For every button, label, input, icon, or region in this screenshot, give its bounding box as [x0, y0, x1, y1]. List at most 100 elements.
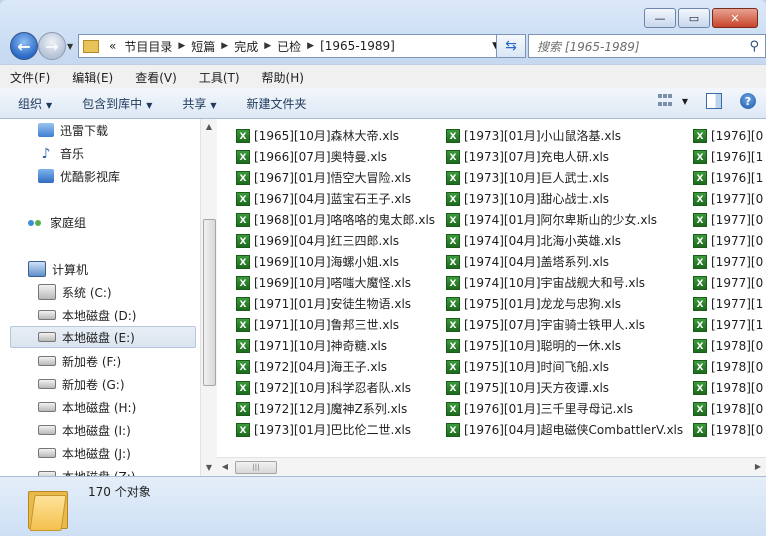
- organize-button[interactable]: 组织 ▼: [18, 95, 52, 112]
- nav-item-drive-e[interactable]: 本地磁盘 (E:): [10, 326, 196, 348]
- file-item[interactable]: X [1973][10月]巨人武士.xls: [446, 167, 609, 188]
- file-item[interactable]: X [1973][10月]甜心战士.xls: [446, 188, 609, 209]
- file-item[interactable]: X [1971][01月]安徒生物语.xls: [236, 293, 411, 314]
- file-item[interactable]: X [1967][04月]蓝宝石王子.xls: [236, 188, 411, 209]
- nav-item-youku-library[interactable]: 优酷影视库: [38, 165, 120, 187]
- help-icon[interactable]: ?: [740, 93, 756, 109]
- nav-item-thunder-download[interactable]: 迅雷下载: [38, 119, 108, 141]
- file-item[interactable]: X [1975][01月]龙龙与忠狗.xls: [446, 293, 621, 314]
- file-item[interactable]: X [1969][10月]嗒嗤大魔怪.xls: [236, 272, 411, 293]
- file-item[interactable]: X [1978][0: [693, 377, 763, 398]
- file-item[interactable]: X [1974][01月]阿尔卑斯山的少女.xls: [446, 209, 657, 230]
- file-item[interactable]: X [1969][04月]红三四郎.xls: [236, 230, 399, 251]
- nav-item-drive-j[interactable]: 本地磁盘 (J:): [38, 442, 131, 464]
- menu-file[interactable]: 文件(F): [10, 69, 50, 86]
- scroll-down-icon[interactable]: ▼: [201, 460, 217, 476]
- nav-item-drive-z[interactable]: 本地磁盘 (Z:): [38, 465, 135, 476]
- scroll-up-icon[interactable]: ▲: [201, 119, 217, 135]
- file-item[interactable]: X [1976][0: [693, 125, 763, 146]
- share-button[interactable]: 共享 ▼: [182, 95, 216, 112]
- menu-edit[interactable]: 编辑(E): [72, 69, 113, 86]
- scroll-thumb[interactable]: |||: [235, 461, 277, 474]
- menu-tools[interactable]: 工具(T): [199, 69, 240, 86]
- scroll-right-icon[interactable]: ▶: [750, 458, 766, 476]
- file-item[interactable]: X [1977][1: [693, 314, 763, 335]
- file-item[interactable]: X [1972][12月]魔神Z系列.xls: [236, 398, 407, 419]
- file-item[interactable]: X [1967][01月]悟空大冒险.xls: [236, 167, 411, 188]
- nav-item-drive-i[interactable]: 本地磁盘 (I:): [38, 419, 131, 441]
- breadcrumb-segment[interactable]: 短篇: [191, 38, 215, 55]
- include-in-library-button[interactable]: 包含到库中 ▼: [82, 95, 152, 112]
- preview-pane-icon[interactable]: [706, 93, 722, 109]
- file-item[interactable]: X [1976][1: [693, 146, 763, 167]
- file-item[interactable]: X [1975][07月]宇宙骑士铁甲人.xls: [446, 314, 645, 335]
- file-item[interactable]: X [1976][01月]三千里寻母记.xls: [446, 398, 633, 419]
- breadcrumb-arrow-icon[interactable]: ▶: [178, 41, 185, 51]
- breadcrumb-segment[interactable]: [1965-1989]: [320, 39, 395, 53]
- file-item[interactable]: X [1974][04月]盖塔系列.xls: [446, 251, 609, 272]
- close-button[interactable]: ✕: [712, 8, 758, 28]
- new-folder-button[interactable]: 新建文件夹: [247, 95, 307, 112]
- file-item[interactable]: X [1971][10月]鲁邦三世.xls: [236, 314, 399, 335]
- nav-item-drive-g[interactable]: 新加卷 (G:): [38, 373, 125, 395]
- file-item[interactable]: X [1975][10月]聪明的一休.xls: [446, 335, 621, 356]
- recent-pages-dropdown[interactable]: ▼: [67, 42, 73, 51]
- search-icon[interactable]: ⚲: [749, 39, 759, 54]
- minimize-button[interactable]: —: [644, 8, 676, 28]
- file-item[interactable]: X [1978][0: [693, 335, 763, 356]
- forward-button[interactable]: →: [38, 32, 66, 60]
- nav-item-computer[interactable]: 计算机: [28, 258, 88, 280]
- breadcrumb-arrow-icon[interactable]: ▶: [307, 41, 314, 51]
- file-item[interactable]: X [1974][10月]宇宙战舰大和号.xls: [446, 272, 645, 293]
- maximize-button[interactable]: ▭: [678, 8, 710, 28]
- refresh-button[interactable]: ⇆: [496, 34, 526, 58]
- file-item[interactable]: X [1975][10月]时间飞船.xls: [446, 356, 609, 377]
- file-item[interactable]: X [1977][0: [693, 251, 763, 272]
- menu-view[interactable]: 查看(V): [135, 69, 177, 86]
- nav-item-drive-f[interactable]: 新加卷 (F:): [38, 350, 121, 372]
- scroll-left-icon[interactable]: ◀: [217, 458, 233, 476]
- file-item[interactable]: X [1977][0: [693, 272, 763, 293]
- file-item[interactable]: X [1969][10月]海螺小姐.xls: [236, 251, 399, 272]
- breadcrumb-segment[interactable]: 完成: [234, 38, 258, 55]
- file-item[interactable]: X [1966][07月]奥特曼.xls: [236, 146, 387, 167]
- file-item[interactable]: X [1977][1: [693, 293, 763, 314]
- file-item[interactable]: X [1973][07月]充电人研.xls: [446, 146, 609, 167]
- file-item[interactable]: X [1968][01月]咯咯咯的鬼太郎.xls: [236, 209, 435, 230]
- address-bar[interactable]: « 节目目录 ▶ 短篇 ▶ 完成 ▶ 已检 ▶ [1965-1989] ▼: [78, 34, 504, 58]
- file-item[interactable]: X [1975][10月]天方夜谭.xls: [446, 377, 609, 398]
- content-horizontal-scrollbar[interactable]: ◀ ||| ▶: [217, 457, 766, 477]
- breadcrumb-arrow-icon[interactable]: ▶: [264, 41, 271, 51]
- file-item[interactable]: X [1973][01月]巴比伦二世.xls: [236, 419, 411, 440]
- nav-item-drive-h[interactable]: 本地磁盘 (H:): [38, 396, 136, 418]
- file-item[interactable]: X [1976][04月]超电磁侠CombattlerV.xls: [446, 419, 683, 440]
- file-item[interactable]: X [1965][10月]森林大帝.xls: [236, 125, 399, 146]
- file-item[interactable]: X [1977][0: [693, 230, 763, 251]
- nav-vertical-scrollbar[interactable]: ▲ ▼: [200, 119, 217, 476]
- file-item[interactable]: X [1972][04月]海王子.xls: [236, 356, 387, 377]
- address-overflow[interactable]: «: [109, 39, 116, 53]
- search-box[interactable]: 搜索 [1965-1989] ⚲: [528, 34, 766, 58]
- menu-help[interactable]: 帮助(H): [262, 69, 304, 86]
- back-button[interactable]: ←: [10, 32, 38, 60]
- file-item[interactable]: X [1977][0: [693, 209, 763, 230]
- breadcrumb-segment[interactable]: 已检: [277, 38, 301, 55]
- file-item[interactable]: X [1971][10月]神奇糖.xls: [236, 335, 387, 356]
- scroll-thumb[interactable]: [203, 219, 216, 386]
- file-item[interactable]: X [1978][0: [693, 356, 763, 377]
- file-item[interactable]: X [1973][01月]小山鼠洛基.xls: [446, 125, 621, 146]
- breadcrumb-arrow-icon[interactable]: ▶: [221, 41, 228, 51]
- file-item[interactable]: X [1978][0: [693, 419, 763, 440]
- nav-item-drive-c[interactable]: 系统 (C:): [38, 281, 112, 303]
- view-options-chevron-icon[interactable]: ▼: [682, 97, 688, 106]
- file-item[interactable]: X [1974][04月]北海小英雄.xls: [446, 230, 621, 251]
- file-item[interactable]: X [1972][10月]科学忍者队.xls: [236, 377, 411, 398]
- file-item[interactable]: X [1976][1: [693, 167, 763, 188]
- file-item[interactable]: X [1978][0: [693, 398, 763, 419]
- nav-item-music[interactable]: ♪ 音乐: [38, 142, 84, 164]
- nav-item-drive-d[interactable]: 本地磁盘 (D:): [38, 304, 136, 326]
- file-item[interactable]: X [1977][0: [693, 188, 763, 209]
- change-view-icon[interactable]: [657, 94, 676, 108]
- nav-item-homegroup[interactable]: 家庭组: [28, 211, 86, 233]
- breadcrumb-segment[interactable]: 节目目录: [124, 38, 172, 55]
